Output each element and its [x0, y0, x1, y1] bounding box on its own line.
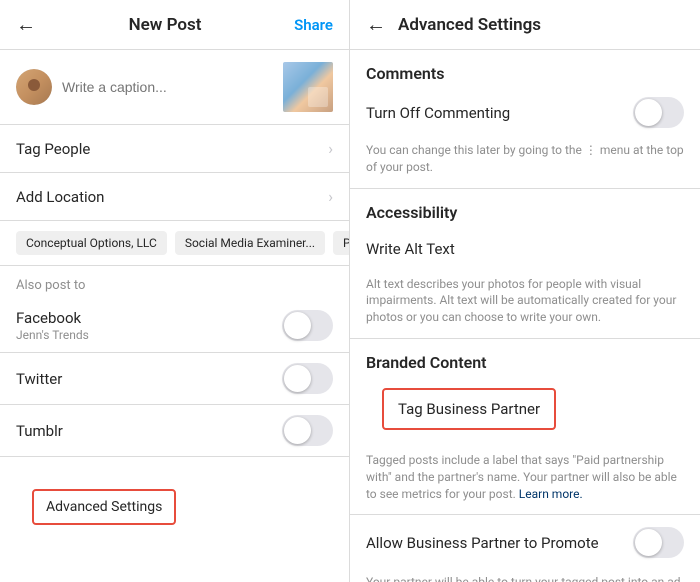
tumblr-toggle-row: Tumblr — [0, 405, 349, 457]
twitter-toggle[interactable] — [282, 363, 333, 394]
tag-pill-1[interactable]: Social Media Examiner... — [175, 231, 325, 255]
commenting-toggle[interactable] — [633, 97, 684, 128]
avatar-image — [16, 69, 52, 105]
add-location-label: Add Location — [16, 188, 104, 206]
tag-people-label: Tag People — [16, 140, 90, 158]
facebook-toggle[interactable] — [282, 310, 333, 341]
facebook-toggle-left: Facebook Jenn's Trends — [16, 309, 89, 342]
tumblr-toggle-knob — [284, 417, 311, 444]
twitter-toggle-knob — [284, 365, 311, 392]
allow-promote-row: Allow Business Partner to Promote — [350, 515, 700, 570]
caption-input[interactable] — [62, 79, 273, 95]
tumblr-toggle-left: Tumblr — [16, 422, 63, 440]
partner-desc: Tagged posts include a label that says "… — [350, 446, 700, 515]
tumblr-toggle[interactable] — [282, 415, 333, 446]
back-button-left[interactable]: ← — [16, 12, 36, 37]
turn-off-commenting-label: Turn Off Commenting — [366, 104, 510, 122]
tag-people-row[interactable]: Tag People › — [0, 125, 349, 173]
tag-pill-0[interactable]: Conceptual Options, LLC — [16, 231, 167, 255]
left-panel: ← New Post Share Tag People › Add Locati… — [0, 0, 350, 582]
commenting-desc: You can change this later by going to th… — [350, 138, 700, 189]
promote-desc-text: Your partner will be able to turn your t… — [366, 575, 684, 582]
tag-business-partner-button[interactable]: Tag Business Partner — [382, 388, 556, 430]
page-title-right: Advanced Settings — [398, 15, 541, 35]
twitter-toggle-left: Twitter — [16, 370, 62, 388]
tag-pill-2[interactable]: Po... — [333, 231, 349, 255]
left-header: ← New Post Share — [0, 0, 349, 50]
twitter-label: Twitter — [16, 370, 62, 388]
page-title-left: New Post — [36, 15, 294, 35]
commenting-toggle-knob — [635, 99, 662, 126]
post-thumbnail — [283, 62, 333, 112]
tag-people-arrow: › — [328, 139, 333, 158]
branded-content-heading: Branded Content — [350, 339, 700, 376]
advanced-settings-button[interactable]: Advanced Settings — [32, 489, 176, 525]
twitter-toggle-row: Twitter — [0, 353, 349, 405]
alt-text-desc: Alt text describes your photos for peopl… — [350, 272, 700, 339]
tag-partner-container: Tag Business Partner — [350, 376, 700, 446]
allow-promote-toggle[interactable] — [633, 527, 684, 558]
caption-area — [0, 50, 349, 125]
write-alt-text-button[interactable]: Write Alt Text — [350, 226, 700, 272]
add-location-arrow: › — [328, 187, 333, 206]
facebook-sub: Jenn's Trends — [16, 328, 89, 342]
accessibility-heading: Accessibility — [350, 189, 700, 226]
advanced-settings-container: Advanced Settings — [0, 457, 349, 557]
comments-heading: Comments — [350, 50, 700, 87]
facebook-label: Facebook — [16, 309, 89, 327]
also-post-label: Also post to — [0, 266, 349, 299]
share-button[interactable]: Share — [294, 16, 333, 34]
facebook-toggle-knob — [284, 312, 311, 339]
facebook-toggle-row: Facebook Jenn's Trends — [0, 299, 349, 353]
allow-promote-label: Allow Business Partner to Promote — [366, 534, 599, 552]
right-panel: ← Advanced Settings Comments Turn Off Co… — [350, 0, 700, 582]
tags-row: Conceptual Options, LLC Social Media Exa… — [0, 221, 349, 266]
avatar — [16, 69, 52, 105]
promote-desc: Your partner will be able to turn your t… — [350, 570, 700, 582]
tumblr-label: Tumblr — [16, 422, 63, 440]
right-header: ← Advanced Settings — [350, 0, 700, 50]
allow-promote-toggle-knob — [635, 529, 662, 556]
turn-off-commenting-row: Turn Off Commenting — [350, 87, 700, 138]
back-button-right[interactable]: ← — [366, 12, 386, 37]
partner-learn-more-link[interactable]: Learn more. — [519, 487, 583, 501]
add-location-row[interactable]: Add Location › — [0, 173, 349, 221]
